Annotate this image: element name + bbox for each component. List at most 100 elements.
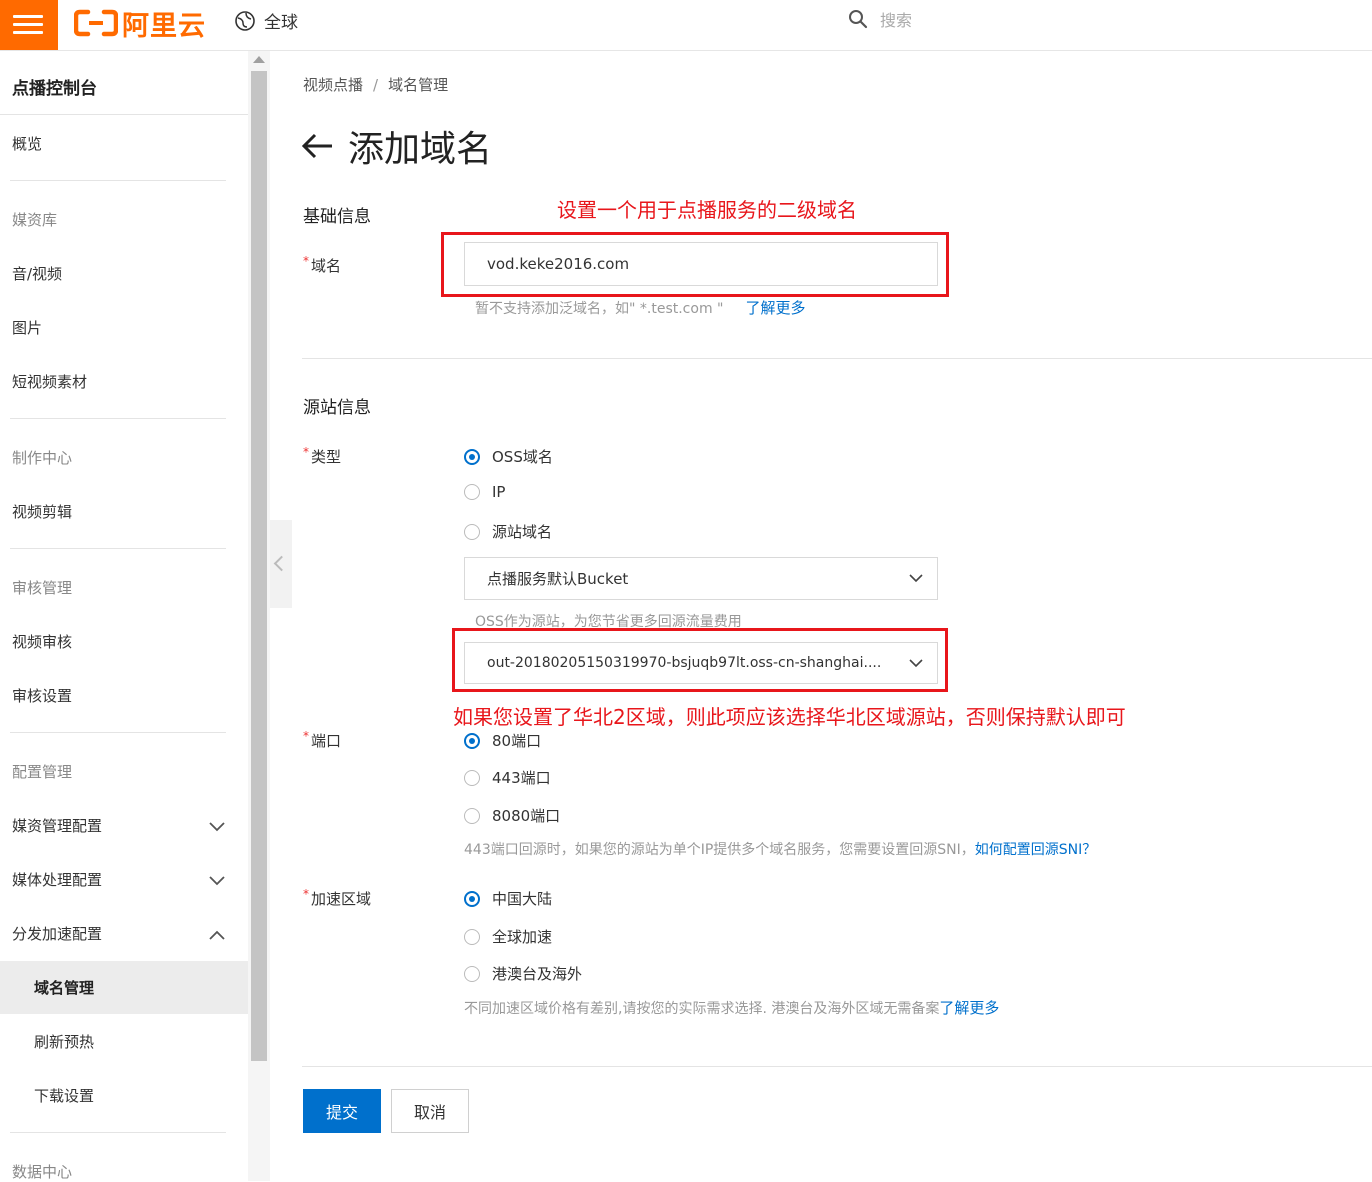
aliyun-logo-icon xyxy=(74,9,118,37)
sidebar-item-review-settings[interactable]: 审核设置 xyxy=(12,685,72,706)
radio-label: IP xyxy=(492,483,506,501)
sidebar-collapse-button[interactable] xyxy=(270,520,292,608)
hamburger-menu-button[interactable] xyxy=(0,0,58,50)
type-label: * 类型 xyxy=(303,445,342,466)
submit-button[interactable]: 提交 xyxy=(303,1089,381,1133)
sidebar-item-media-asset-config[interactable]: 媒资管理配置 xyxy=(12,815,102,836)
breadcrumb: 视频点播 / 域名管理 xyxy=(303,74,448,95)
sidebar-group-review-management: 审核管理 xyxy=(12,579,73,597)
sidebar-scrollbar[interactable] xyxy=(248,51,270,1181)
logo-text: 阿里云 xyxy=(122,10,206,42)
port-radio-443[interactable]: 443端口 xyxy=(464,767,551,788)
type-label-text: 类型 xyxy=(311,448,342,466)
annotation-domain-note: 设置一个用于点播服务的二级域名 xyxy=(557,198,857,222)
radio-checked-icon xyxy=(464,732,480,749)
learn-more-link[interactable]: 了解更多 xyxy=(939,999,999,1017)
radio-checked-icon xyxy=(464,890,480,907)
radio-unchecked-icon xyxy=(464,523,480,540)
region-selector[interactable]: 全球 xyxy=(234,8,298,33)
type-radio-origin-domain[interactable]: 源站域名 xyxy=(464,521,552,542)
sidebar-group-config-management: 配置管理 xyxy=(12,763,73,781)
radio-label: OSS域名 xyxy=(492,448,553,466)
region-hint-text: 不同加速区域价格有差别,请按您的实际需求选择. 港澳台及海外区域无需备案 xyxy=(464,1001,940,1017)
learn-more-link[interactable]: 了解更多 xyxy=(745,299,805,317)
domain-hint-text: 暂不支持添加泛域名，如" *.test.com " xyxy=(475,301,724,317)
sidebar-item-overview[interactable]: 概览 xyxy=(12,133,42,154)
radio-label: 8080端口 xyxy=(492,807,561,825)
sidebar-item-short-video-material[interactable]: 短视频素材 xyxy=(12,371,87,392)
domain-label-text: 域名 xyxy=(311,257,342,275)
domain-label: * 域名 xyxy=(303,254,342,275)
radio-unchecked-icon xyxy=(464,807,480,824)
divider xyxy=(10,418,226,419)
bucket-domain-select[interactable]: out-20180205150319970-bsjuqb97lt.oss-cn-… xyxy=(464,642,938,684)
chevron-down-icon xyxy=(909,574,923,583)
region-label: 全球 xyxy=(264,13,298,33)
port-radio-80[interactable]: 80端口 xyxy=(464,730,541,751)
region-hint: 不同加速区域价格有差别,请按您的实际需求选择. 港澳台及海外区域无需备案了解更多 xyxy=(464,997,999,1018)
sidebar-item-video-editing[interactable]: 视频剪辑 xyxy=(12,501,72,522)
back-arrow-icon[interactable] xyxy=(300,132,334,160)
radio-unchecked-icon xyxy=(464,928,480,945)
annotation-origin-note: 如果您设置了华北2区域，则此项应该选择华北区域源站，否则保持默认即可 xyxy=(453,705,1126,729)
port-hint-text: 443端口回源时，如果您的源站为单个IP提供多个域名服务，您需要设置回源SNI， xyxy=(464,842,975,858)
sidebar-item-domain-management[interactable]: 域名管理 xyxy=(34,977,94,998)
divider xyxy=(10,732,226,733)
divider xyxy=(10,180,226,181)
sidebar-item-images[interactable]: 图片 xyxy=(12,317,42,338)
port-radio-8080[interactable]: 8080端口 xyxy=(464,805,560,826)
scrollbar-thumb[interactable] xyxy=(251,71,267,1061)
type-radio-oss-domain[interactable]: OSS域名 xyxy=(464,446,553,467)
sidebar-group-production-center: 制作中心 xyxy=(12,449,73,467)
breadcrumb-current: 域名管理 xyxy=(388,76,449,94)
search-icon xyxy=(849,10,868,29)
radio-label: 源站域名 xyxy=(492,523,553,541)
radio-unchecked-icon xyxy=(464,965,480,982)
chevron-up-icon[interactable] xyxy=(208,929,226,941)
radio-label: 80端口 xyxy=(492,732,542,750)
sni-config-link[interactable]: 如何配置回源SNI？ xyxy=(975,842,1097,858)
radio-unchecked-icon xyxy=(464,484,480,500)
region-radio-overseas[interactable]: 港澳台及海外 xyxy=(464,963,582,984)
sidebar-item-media-processing-config[interactable]: 媒体处理配置 xyxy=(12,869,102,890)
divider xyxy=(0,114,248,115)
section-basic-info: 基础信息 xyxy=(303,207,371,227)
breadcrumb-separator: / xyxy=(373,76,379,94)
menu-icon xyxy=(13,15,43,18)
breadcrumb-parent-link[interactable]: 视频点播 xyxy=(303,76,363,94)
menu-icon-bar xyxy=(13,23,43,26)
acceleration-region-label-text: 加速区域 xyxy=(311,890,372,908)
cancel-button[interactable]: 取消 xyxy=(391,1089,469,1133)
domain-input-value: vod.keke2016.com xyxy=(487,255,630,273)
type-radio-ip[interactable]: IP xyxy=(464,483,505,501)
domain-hint: 暂不支持添加泛域名，如" *.test.com " 了解更多 xyxy=(475,297,805,318)
radio-unchecked-icon xyxy=(464,769,480,786)
sidebar-item-download-settings[interactable]: 下载设置 xyxy=(34,1085,94,1106)
bucket-select[interactable]: 点播服务默认Bucket xyxy=(464,557,938,600)
page-header: 添加域名 xyxy=(300,120,492,172)
page-title: 添加域名 xyxy=(348,129,493,170)
chevron-down-icon[interactable] xyxy=(208,821,226,833)
divider xyxy=(302,1066,1372,1067)
region-radio-mainland-china[interactable]: 中国大陆 xyxy=(464,888,552,909)
divider xyxy=(10,1132,226,1133)
radio-checked-icon xyxy=(464,448,480,465)
acceleration-region-label: * 加速区域 xyxy=(303,887,372,908)
domain-input[interactable]: vod.keke2016.com xyxy=(464,242,938,286)
sidebar: 点播控制台 概览 媒资库 音/视频 图片 短视频素材 制作中心 视频剪辑 审核管… xyxy=(0,51,248,1181)
sidebar-item-refresh-preload[interactable]: 刷新预热 xyxy=(34,1031,94,1052)
divider xyxy=(10,548,226,549)
chevron-down-icon xyxy=(909,659,923,668)
divider xyxy=(302,358,1372,359)
bucket-domain-select-value: out-20180205150319970-bsjuqb97lt.oss-cn-… xyxy=(487,655,882,671)
sidebar-item-video-review[interactable]: 视频审核 xyxy=(12,631,72,652)
chevron-down-icon[interactable] xyxy=(208,875,226,887)
sidebar-item-distribution-acceleration-config[interactable]: 分发加速配置 xyxy=(12,923,102,944)
radio-label: 中国大陆 xyxy=(492,890,553,908)
radio-label: 443端口 xyxy=(492,769,551,787)
scroll-up-arrow-icon[interactable] xyxy=(253,56,265,63)
search-box[interactable]: 搜索 xyxy=(848,7,912,31)
region-radio-global[interactable]: 全球加速 xyxy=(464,926,552,947)
sidebar-item-audio-video[interactable]: 音/视频 xyxy=(12,263,62,284)
aliyun-logo[interactable]: 阿里云 xyxy=(74,6,206,42)
